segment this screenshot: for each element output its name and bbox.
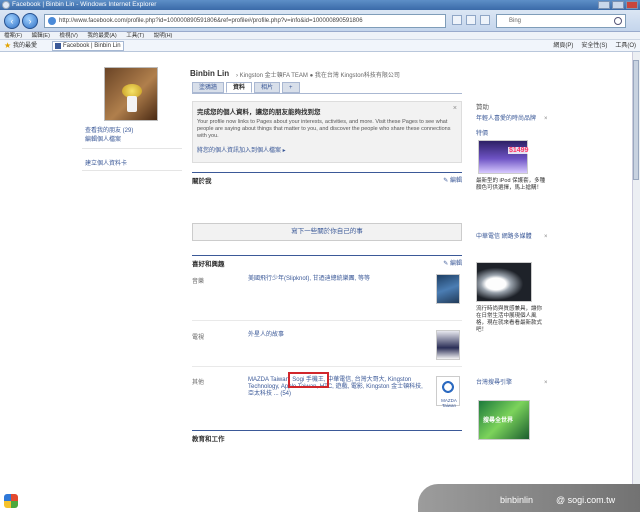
- likes-heading-label: 喜好和興趣: [192, 261, 225, 268]
- ad-1-title[interactable]: 年輕人喜愛的時尚品牌: [476, 116, 542, 123]
- watermark-footer: binbinlin @ sogi.com.tw: [0, 484, 640, 512]
- tab-photos[interactable]: 相片: [254, 82, 281, 93]
- tab-info[interactable]: 資料: [226, 82, 253, 93]
- window-titlebar: Facebook | Binbin Lin - Windows Internet…: [0, 0, 640, 10]
- sidebar-link-friends[interactable]: 查看我的朋友 (29): [85, 125, 133, 134]
- music-value[interactable]: 美國飛行少年(Slipknot), 甘迺迪總統樂團, 等等: [248, 276, 428, 283]
- notice-close-icon[interactable]: ×: [453, 105, 457, 112]
- menu-tools[interactable]: 工具(T): [126, 33, 144, 39]
- profile-notice: 完成您的個人資料，讓您的朋友能夠找到您 Your profile now lin…: [192, 101, 462, 163]
- address-input[interactable]: http://www.facebook.com/profile.php?id=1…: [44, 14, 446, 28]
- music-label: 音樂: [192, 279, 205, 285]
- address-bar-row: ‹ › http://www.facebook.com/profile.php?…: [0, 10, 640, 32]
- about-heading: 關於我 ✎ 編輯: [192, 172, 462, 185]
- music-thumbnail[interactable]: [436, 274, 460, 304]
- mazda-logo-icon: [440, 380, 456, 394]
- favorites-star-icon[interactable]: ★: [4, 40, 11, 52]
- maximize-button[interactable]: [612, 1, 624, 9]
- profile-avatar[interactable]: [104, 67, 158, 121]
- about-heading-label: 關於我: [192, 178, 212, 185]
- forward-button[interactable]: ›: [22, 13, 38, 29]
- profile-name[interactable]: Binbin Lin: [190, 69, 229, 78]
- favorites-bar: ★ 我的最愛 Facebook | Binbin Lin 網頁(P) 安全性(S…: [0, 40, 640, 52]
- highlight-annotation: [288, 372, 329, 388]
- browser-tab[interactable]: Facebook | Binbin Lin: [52, 41, 124, 51]
- watermark-site: @ sogi.com.tw: [556, 495, 616, 505]
- search-input[interactable]: Bing: [496, 14, 626, 28]
- notice-title: 完成您的個人資料，讓您的朋友能夠找到您: [197, 109, 321, 116]
- sidebar-divider: [82, 148, 182, 149]
- tv-label: 電視: [192, 335, 205, 341]
- ad-1-subtitle[interactable]: 特價: [476, 131, 542, 138]
- command-safety[interactable]: 安全性(S): [581, 40, 607, 52]
- ad-3-close-icon[interactable]: ×: [544, 380, 548, 386]
- address-text: http://www.facebook.com/profile.php?id=1…: [59, 18, 363, 24]
- menu-file[interactable]: 檔案(F): [4, 33, 22, 39]
- sidebar-divider: [82, 170, 182, 171]
- likes-heading: 喜好和興趣 ✎ 編輯: [192, 255, 462, 268]
- menu-favorites[interactable]: 我的最愛(A): [87, 33, 116, 39]
- refresh-icon[interactable]: [466, 15, 476, 25]
- command-page[interactable]: 網頁(P): [553, 40, 573, 52]
- watermark-user: binbinlin: [500, 495, 534, 505]
- facebook-icon: [55, 43, 61, 49]
- command-bar: 網頁(P) 安全性(S) 工具(O): [553, 40, 636, 52]
- command-tools[interactable]: 工具(O): [615, 40, 636, 52]
- globe-icon: [48, 17, 56, 25]
- ad-3-image[interactable]: 搜尋全世界: [478, 400, 530, 440]
- ad-1-close-icon[interactable]: ×: [544, 116, 548, 122]
- browser-tab-label: Facebook | Binbin Lin: [63, 43, 121, 49]
- sidebar-link-create-badge[interactable]: 建立個人資料卡: [85, 158, 127, 167]
- ad-2-image[interactable]: [476, 262, 532, 302]
- stop-icon[interactable]: [480, 15, 490, 25]
- compat-icon[interactable]: [452, 15, 462, 25]
- favorites-label[interactable]: 我的最愛: [13, 40, 37, 52]
- tab-add[interactable]: +: [282, 82, 300, 93]
- about-edit-link[interactable]: ✎ 編輯: [443, 175, 462, 184]
- address-actions: [452, 15, 490, 25]
- write-about-button[interactable]: 寫下一些關於你自己的事: [192, 223, 462, 241]
- search-placeholder: Bing: [509, 18, 522, 24]
- ad-2-title[interactable]: 中華電信 網路多媒體: [476, 234, 542, 241]
- ie-icon: [2, 1, 10, 9]
- ad-2-close-icon[interactable]: ×: [544, 234, 548, 240]
- scrollbar-thumb[interactable]: [633, 60, 639, 180]
- education-heading: 教育和工作: [192, 430, 462, 443]
- education-heading-label: 教育和工作: [192, 436, 225, 443]
- menu-bar: 檔案(F) 編輯(E) 檢視(V) 我的最愛(A) 工具(T) 說明(H): [0, 32, 640, 40]
- close-button[interactable]: [626, 1, 638, 9]
- search-icon[interactable]: [614, 17, 622, 25]
- ad-2-body: 流行時尚與質感兼具，讓你在日常生活中展現個人風格，現在就來看看最新款式吧！: [476, 306, 543, 333]
- window-controls: [598, 1, 638, 9]
- menu-help[interactable]: 說明(H): [154, 33, 173, 39]
- menu-view[interactable]: 檢視(V): [59, 33, 77, 39]
- notice-link[interactable]: 將您的個人資訊加入到個人檔案 ▸: [197, 145, 457, 154]
- likes-edit-link[interactable]: ✎ 編輯: [443, 258, 462, 267]
- tv-value[interactable]: 外星人的故事: [248, 332, 428, 339]
- ad-3-title[interactable]: 台灣搜尋引擎: [476, 380, 542, 387]
- ad-1-image[interactable]: [478, 140, 528, 174]
- vase-image: [127, 96, 137, 112]
- other-value[interactable]: MAZDA Taiwan, Sogi 手機王, 中華電信, 台灣大哥大, Kin…: [248, 377, 428, 398]
- mazda-caption[interactable]: MAZDA Taiwan: [436, 398, 462, 408]
- profile-network: › Kingston 金士頓FA TEAM ● 我在台灣 Kingston科技有…: [236, 73, 400, 79]
- windows-logo-icon[interactable]: [4, 494, 18, 508]
- window-title: Facebook | Binbin Lin - Windows Internet…: [12, 1, 157, 8]
- notice-body: Your profile now links to Pages about yo…: [197, 119, 451, 139]
- ad-1-price: $1499: [508, 147, 530, 154]
- ads-heading: 贊助: [476, 104, 489, 111]
- sidebar-link-edit-profile[interactable]: 編輯個人檔案: [85, 134, 121, 143]
- ad-3-image-text: 搜尋全世界: [483, 418, 514, 424]
- profile-tabs: 塗鴉牆 資料 相片 +: [192, 82, 300, 93]
- other-label: 其他: [192, 380, 205, 386]
- minimize-button[interactable]: [598, 1, 610, 9]
- tv-thumbnail[interactable]: [436, 330, 460, 360]
- tab-wall[interactable]: 塗鴉牆: [192, 82, 225, 93]
- tab-underline: [192, 93, 462, 94]
- ad-1-body: 最新型的 iPod 保護套，多種顏色可供選擇，馬上搶購！: [476, 178, 546, 191]
- row-divider: [192, 366, 462, 367]
- row-divider: [192, 320, 462, 321]
- back-button[interactable]: ‹: [4, 13, 20, 29]
- menu-edit[interactable]: 編輯(E): [32, 33, 50, 39]
